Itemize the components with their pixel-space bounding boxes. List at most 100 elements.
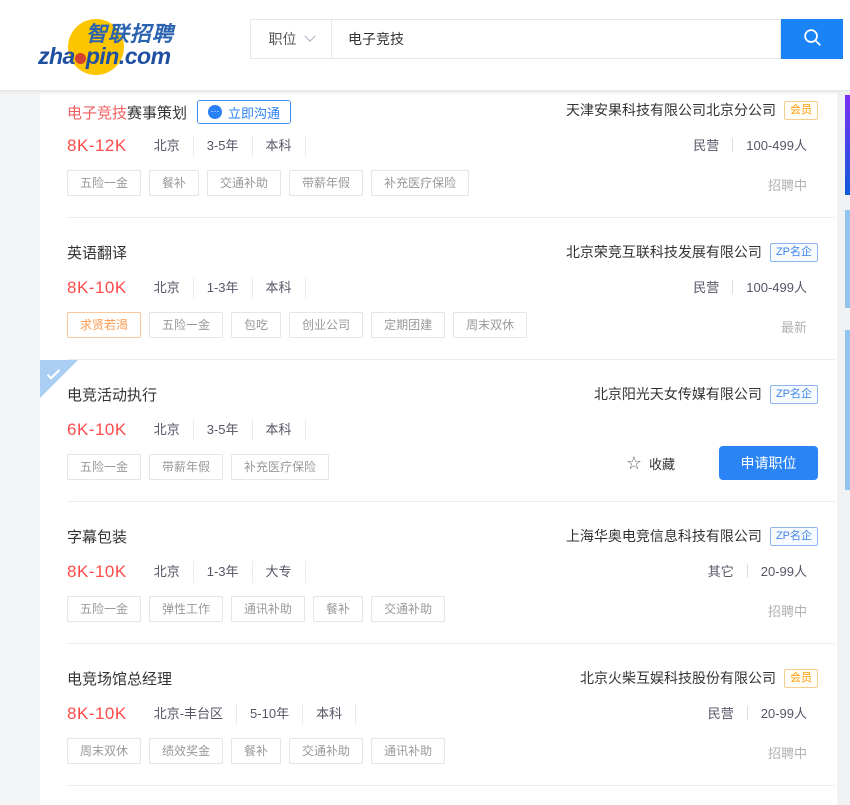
benefit-tag: 补充医疗保险 — [371, 170, 469, 196]
company-size: 100-499人 — [746, 135, 807, 154]
salary: 8K-10K — [67, 704, 127, 724]
job-card-2[interactable]: 英语翻译 8K-10K 北京 1-3年 本科 求贤若渴 五险一金 包吃 创业公司… — [40, 218, 837, 360]
hiring-status: 最新 — [781, 317, 807, 336]
benefit-tag: 带薪年假 — [149, 454, 223, 480]
member-badge: 会员 — [784, 669, 818, 688]
site-header: 智联招聘 zhapin.com 职位 — [0, 0, 850, 91]
benefit-tag: 交通补助 — [371, 596, 445, 622]
zhaopin-logo[interactable]: 智联招聘 zhapin.com — [38, 13, 203, 79]
job-title[interactable]: 英语翻译 — [67, 242, 127, 263]
brand-name-en: zhapin.com — [38, 43, 171, 70]
job-location: 北京 — [141, 135, 194, 157]
salary: 8K-10K — [67, 278, 127, 298]
hiring-status: 招聘中 — [768, 743, 807, 762]
company-type: 民营 — [693, 135, 719, 154]
benefit-tag: 周末双休 — [67, 738, 141, 764]
member-badge: 会员 — [784, 101, 818, 120]
benefit-tag: 通讯补助 — [231, 596, 305, 622]
benefit-tag: 创业公司 — [289, 312, 363, 338]
job-title[interactable]: 电竞活动执行 — [67, 384, 157, 405]
scroll-marker-1 — [845, 95, 850, 195]
benefit-tag: 餐补 — [149, 170, 199, 196]
job-education: 本科 — [253, 419, 306, 441]
benefit-tag: 五险一金 — [149, 312, 223, 338]
benefit-tag: 定期团建 — [371, 312, 445, 338]
job-education: 本科 — [253, 135, 306, 157]
hot-tag: 求贤若渴 — [67, 312, 141, 338]
benefit-tag: 交通补助 — [207, 170, 281, 196]
job-location: 北京 — [141, 277, 194, 299]
star-icon: ☆ — [626, 454, 642, 472]
benefit-tag: 补充医疗保险 — [231, 454, 329, 480]
job-card-3-selected[interactable]: 电竞活动执行 6K-10K 北京 3-5年 本科 五险一金 带薪年假 补充医疗保… — [40, 360, 837, 502]
benefit-tag: 餐补 — [313, 596, 363, 622]
logo-red-dot — [75, 53, 86, 64]
job-experience: 1-3年 — [194, 561, 253, 583]
keyword-highlight: 电子竞技 — [67, 105, 127, 122]
job-title[interactable]: 字幕包装 — [67, 526, 127, 547]
scroll-marker-2 — [845, 210, 850, 308]
salary: 6K-10K — [67, 420, 127, 440]
company-name[interactable]: 天津安果科技有限公司北京分公司 — [566, 100, 776, 120]
job-education: 大专 — [253, 561, 306, 583]
salary: 8K-10K — [67, 562, 127, 582]
company-name[interactable]: 北京火柴互娱科技股份有限公司 — [580, 668, 776, 688]
job-education: 本科 — [303, 703, 356, 725]
company-name[interactable]: 北京阳光天女传媒有限公司 — [594, 384, 762, 404]
job-location: 北京-丰台区 — [141, 703, 237, 725]
company-size: 20-99人 — [761, 561, 807, 580]
benefit-tag: 餐补 — [231, 738, 281, 764]
chevron-down-icon — [304, 31, 315, 42]
salary: 8K-12K — [67, 136, 127, 156]
search-icon — [801, 26, 824, 52]
divider — [747, 564, 748, 578]
search-input[interactable] — [332, 19, 781, 59]
job-location: 北京 — [141, 561, 194, 583]
hiring-status: 招聘中 — [768, 601, 807, 620]
job-experience: 3-5年 — [194, 419, 253, 441]
search-category-label: 职位 — [269, 29, 297, 49]
job-experience: 3-5年 — [194, 135, 253, 157]
benefit-tag: 交通补助 — [289, 738, 363, 764]
benefit-tag: 包吃 — [231, 312, 281, 338]
job-title[interactable]: 电子竞技赛事策划 — [67, 102, 187, 123]
zp-famous-badge: ZP名企 — [770, 527, 818, 546]
job-title[interactable]: 电竞场馆总经理 — [67, 668, 172, 689]
zp-famous-badge: ZP名企 — [770, 385, 818, 404]
search-button[interactable] — [781, 19, 843, 59]
benefit-tag: 五险一金 — [67, 170, 141, 196]
company-type: 民营 — [693, 277, 719, 296]
job-experience: 5-10年 — [237, 703, 303, 725]
job-card-4[interactable]: 字幕包装 8K-10K 北京 1-3年 大专 五险一金 弹性工作 通讯补助 餐补… — [40, 502, 837, 644]
benefit-tag: 五险一金 — [67, 454, 141, 480]
job-results-panel: 电子竞技赛事策划 ··· 立即沟通 8K-12K 北京 3-5年 本科 五险一金… — [40, 93, 837, 805]
hiring-status: 招聘中 — [768, 175, 807, 194]
company-size: 100-499人 — [746, 277, 807, 296]
benefit-tag: 绩效奖金 — [149, 738, 223, 764]
favorite-button[interactable]: ☆ 收藏 — [626, 454, 675, 473]
company-type: 其它 — [708, 561, 734, 580]
apply-job-button[interactable]: 申请职位 — [719, 446, 818, 480]
job-card-1[interactable]: 电子竞技赛事策划 ··· 立即沟通 8K-12K 北京 3-5年 本科 五险一金… — [40, 93, 837, 218]
benefit-tag: 带薪年假 — [289, 170, 363, 196]
company-name[interactable]: 北京荣竞互联科技发展有限公司 — [566, 242, 762, 262]
chat-bubble-icon: ··· — [208, 105, 222, 119]
divider — [732, 138, 733, 152]
company-type: 民营 — [708, 703, 734, 722]
job-experience: 1-3年 — [194, 277, 253, 299]
zp-famous-badge: ZP名企 — [770, 243, 818, 262]
benefit-tag: 周末双休 — [453, 312, 527, 338]
company-name[interactable]: 上海华奥电竞信息科技有限公司 — [566, 526, 762, 546]
benefit-tag: 弹性工作 — [149, 596, 223, 622]
scroll-marker-3 — [845, 330, 850, 490]
job-card-5[interactable]: 电竞场馆总经理 8K-10K 北京-丰台区 5-10年 本科 周末双休 绩效奖金… — [40, 644, 837, 786]
company-size: 20-99人 — [761, 703, 807, 722]
search-category-dropdown[interactable]: 职位 — [250, 19, 332, 59]
benefit-tag: 五险一金 — [67, 596, 141, 622]
job-education: 本科 — [253, 277, 306, 299]
divider — [732, 280, 733, 294]
chat-now-button[interactable]: ··· 立即沟通 — [197, 100, 291, 124]
search-bar: 职位 — [250, 19, 843, 59]
benefit-tag: 通讯补助 — [371, 738, 445, 764]
job-location: 北京 — [141, 419, 194, 441]
